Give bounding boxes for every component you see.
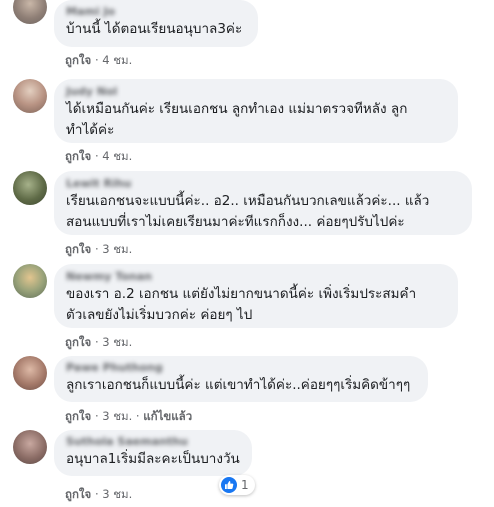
like-link[interactable]: ถูกใจ — [65, 487, 91, 501]
comment-bubble: Pawe Phuthong ลูกเราเอกชนก็แบบนี้ค่ะ แต่… — [54, 356, 428, 402]
comment-meta: ถูกใจ · 3 ชม. — [65, 487, 132, 501]
avatar[interactable] — [13, 264, 47, 298]
comment-time[interactable]: 3 ชม. — [102, 335, 132, 349]
comment-text: ของเรา อ.2 เอกชน แต่ยังไม่ยากขนาดนี้ค่ะ … — [66, 286, 417, 323]
like-link[interactable]: ถูกใจ — [65, 149, 91, 163]
comment-meta: ถูกใจ · 3 ชม. — [65, 242, 132, 256]
like-link[interactable]: ถูกใจ — [65, 242, 91, 256]
reaction-count: 1 — [241, 478, 249, 492]
comment-time[interactable]: 4 ชม. — [102, 53, 132, 67]
comment-bubble: Suthola Saemanthu อนุบาล1เริ่มมีละคะเป็น… — [54, 430, 252, 476]
comment-text: เรียนเอกชนจะแบบนี้ค่ะ.. อ2.. เหมือนกันบว… — [66, 193, 430, 230]
like-link[interactable]: ถูกใจ — [65, 409, 91, 423]
edited-label[interactable]: แก้ไขแล้ว — [143, 409, 192, 423]
avatar[interactable] — [13, 0, 47, 24]
like-link[interactable]: ถูกใจ — [65, 335, 91, 349]
comment-meta: ถูกใจ · 3 ชม. · แก้ไขแล้ว — [65, 409, 192, 423]
avatar[interactable] — [13, 171, 47, 205]
comment-text: ได้เหมือนกันค่ะ เรียนเอกชน ลูกทำเอง แม่ม… — [66, 101, 408, 138]
comment-author[interactable]: Pawe Phuthong — [66, 361, 416, 375]
comment-bubble: Mami Jo บ้านนี้ ได้ตอนเรียนอนุบาล3ค่ะ — [54, 0, 258, 47]
thumbs-up-icon — [221, 477, 237, 493]
comment-text: ลูกเราเอกชนก็แบบนี้ค่ะ แต่เขาทำได้ค่ะ..ค… — [66, 377, 411, 393]
comment-bubble: Judy Nol ได้เหมือนกันค่ะ เรียนเอกชน ลูกท… — [54, 79, 458, 143]
comment-bubble: Newmy Tonan ของเรา อ.2 เอกชน แต่ยังไม่ยา… — [54, 264, 458, 328]
comment-time[interactable]: 3 ชม. — [102, 242, 132, 256]
avatar[interactable] — [13, 79, 47, 113]
avatar[interactable] — [13, 430, 47, 464]
like-link[interactable]: ถูกใจ — [65, 53, 91, 67]
comment-author[interactable]: Suthola Saemanthu — [66, 435, 240, 449]
reaction-count-pill[interactable]: 1 — [219, 475, 255, 495]
comment-author[interactable]: Newmy Tonan — [66, 270, 446, 284]
comment-meta: ถูกใจ · 4 ชม. — [65, 53, 132, 67]
comment-author[interactable]: Mami Jo — [66, 5, 246, 19]
comment-text: อนุบาล1เริ่มมีละคะเป็นบางวัน — [66, 451, 240, 467]
comment-text: บ้านนี้ ได้ตอนเรียนอนุบาล3ค่ะ — [66, 21, 243, 37]
comment-time[interactable]: 3 ชม. — [102, 487, 132, 501]
comment-meta: ถูกใจ · 3 ชม. — [65, 335, 132, 349]
comment-author[interactable]: Lewit Rihu — [66, 177, 460, 191]
comment-time[interactable]: 4 ชม. — [102, 149, 132, 163]
avatar[interactable] — [13, 356, 47, 390]
comment-meta: ถูกใจ · 4 ชม. — [65, 149, 132, 163]
comment-bubble: Lewit Rihu เรียนเอกชนจะแบบนี้ค่ะ.. อ2.. … — [54, 171, 472, 235]
comment-time[interactable]: 3 ชม. — [102, 409, 132, 423]
comment-author[interactable]: Judy Nol — [66, 85, 446, 99]
